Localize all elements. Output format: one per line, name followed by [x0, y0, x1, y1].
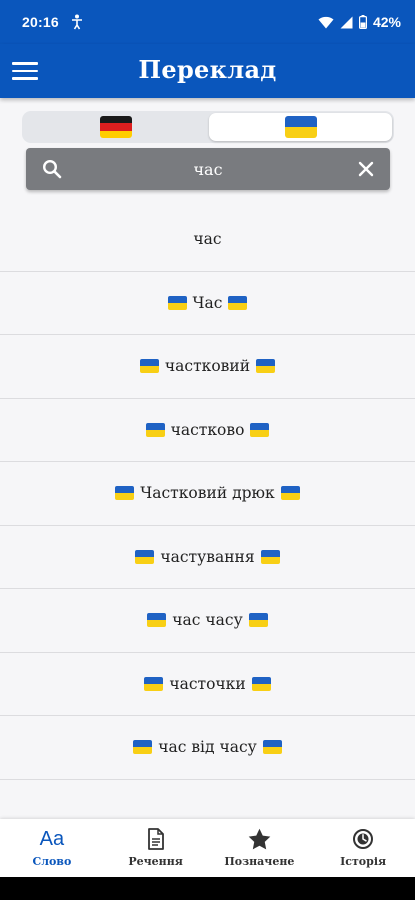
status-time: 20:16 [22, 14, 59, 30]
results-list: час Час частковий частково Частковий дрюк час… [0, 208, 415, 780]
ukraine-flag-icon [228, 295, 248, 310]
source-language-german[interactable] [24, 113, 207, 141]
nav-bookmarked-label: Позначене [224, 855, 295, 868]
list-item[interactable]: час від часу [0, 716, 415, 780]
ukraine-flag-icon [115, 486, 135, 501]
aa-text-icon: Aa [39, 827, 65, 850]
ukraine-flag-icon [248, 613, 268, 628]
list-item[interactable]: часточки [0, 653, 415, 716]
list-item[interactable]: частковий [0, 335, 415, 399]
nav-sentence-label: Речення [128, 855, 183, 868]
target-language-ukrainian[interactable] [209, 113, 392, 141]
list-item-text: Частковий дрюк [140, 484, 275, 503]
ukraine-flag-icon [139, 359, 159, 374]
nav-word-label: Слово [32, 855, 72, 868]
ukraine-flag-icon [284, 116, 317, 138]
ukraine-flag-icon [280, 486, 300, 501]
page-title: Переклад [138, 55, 277, 84]
ukraine-flag-icon [262, 740, 282, 755]
list-item[interactable]: частування [0, 526, 415, 589]
search-icon[interactable] [42, 159, 62, 179]
app-bar: Переклад [0, 44, 415, 98]
system-gesture-bar [0, 877, 415, 900]
list-item-text: частування [160, 547, 255, 566]
accessibility-icon [71, 14, 83, 30]
battery-icon [358, 15, 367, 29]
nav-history-label: Історія [340, 855, 387, 868]
search-input[interactable] [76, 155, 340, 183]
list-item[interactable]: час часу [0, 589, 415, 653]
ukraine-flag-icon [144, 676, 164, 691]
list-item-text: частковий [164, 357, 251, 376]
list-item-text: час [193, 230, 222, 249]
ukraine-flag-icon [145, 422, 165, 437]
list-item-text: часточки [169, 674, 246, 693]
nav-history[interactable]: Історія [311, 819, 415, 877]
ukraine-flag-icon [167, 295, 187, 310]
ukraine-flag-icon [250, 422, 270, 437]
close-icon[interactable] [358, 161, 374, 177]
status-right: 42% [318, 14, 401, 30]
ukraine-flag-icon [251, 676, 271, 691]
ukraine-flag-icon [133, 740, 153, 755]
ukraine-flag-icon [147, 613, 167, 628]
ukraine-flag-icon [260, 549, 280, 564]
search-bar [26, 148, 390, 190]
ukraine-flag-icon [135, 549, 155, 564]
status-bar: 20:16 42% [0, 0, 415, 44]
list-item-text: частково [170, 420, 245, 439]
document-icon [147, 828, 164, 850]
bottom-navigation: Aa Слово Речення Позначене Історія [0, 819, 415, 877]
battery-level: 42% [372, 14, 401, 30]
language-toggle [22, 111, 394, 143]
list-item[interactable]: час [0, 208, 415, 272]
star-icon [248, 828, 271, 850]
nav-bookmarked[interactable]: Позначене [208, 819, 312, 877]
nav-word[interactable]: Aa Слово [0, 819, 104, 877]
ukraine-flag-icon [256, 359, 276, 374]
list-item[interactable]: частково [0, 399, 415, 462]
signal-icon [340, 16, 353, 29]
germany-flag-icon [99, 116, 132, 138]
history-icon [353, 829, 374, 849]
list-item-text: Час [192, 293, 223, 312]
wifi-icon [318, 16, 334, 29]
list-item[interactable]: Частковий дрюк [0, 462, 415, 526]
list-item-text: час від часу [158, 738, 257, 757]
list-item-text: час часу [172, 611, 243, 630]
list-item[interactable]: Час [0, 272, 415, 335]
nav-sentence[interactable]: Речення [104, 819, 208, 877]
